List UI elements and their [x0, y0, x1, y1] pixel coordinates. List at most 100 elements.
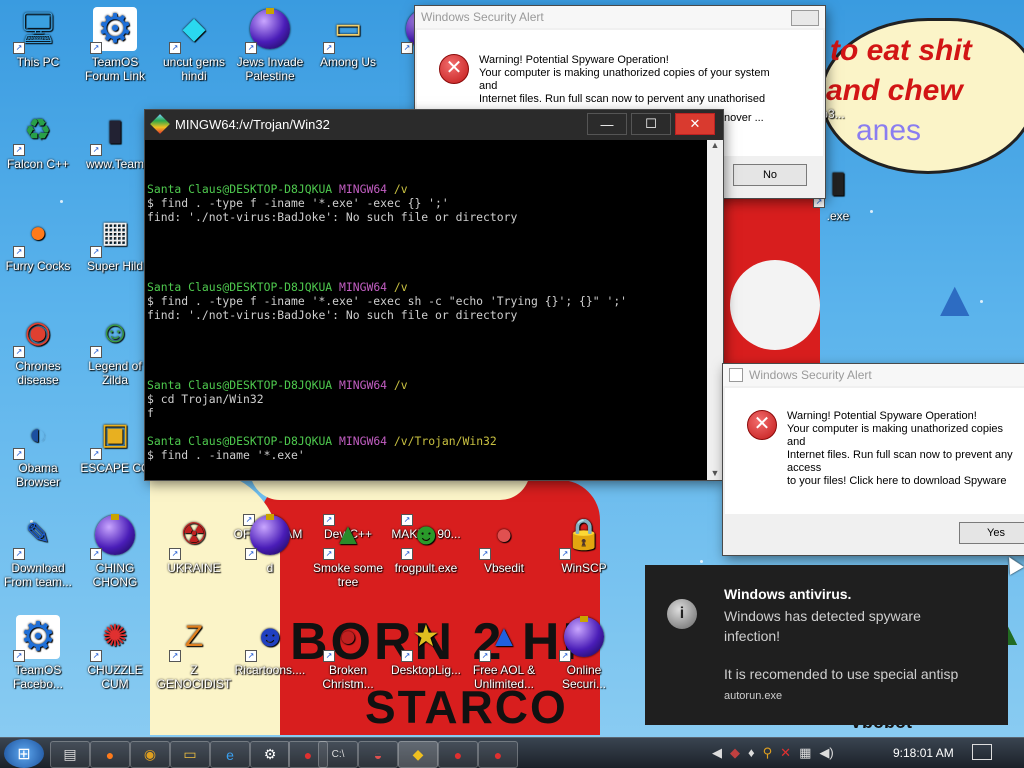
clock[interactable]: 9:18:01 AM [893, 746, 954, 760]
alert2-titlebar[interactable]: Windows Security Alert [723, 364, 1024, 386]
desktop-icon[interactable]: ● ↗ Broken Christm... [310, 614, 386, 692]
alert-line-3: Internet files. Run full scan now to per… [479, 93, 766, 105]
desktop-icon[interactable]: ⚙ ↗ TeamOS Forum Link [77, 6, 153, 83]
desktop-icon[interactable]: Z ↗ Z GENOCIDIST [156, 614, 232, 692]
desktop-icon[interactable]: ☻ ↗ frogpult.exe [388, 512, 464, 576]
zelda-icon: ☺ ↗ [90, 310, 138, 358]
desktop-icon-label: Furry Cocks [5, 259, 71, 273]
terminal-command-line: $ find . -type f -iname '*.exe' -exec {}… [147, 196, 449, 210]
desktop-icon[interactable]: 🔒 ↗ WinSCP [546, 512, 622, 575]
taskbar-apps-icon[interactable]: ▤ [50, 741, 90, 768]
desktop-icon[interactable]: ▲ ↗ Free AOL & Unlimited... [466, 614, 542, 692]
desktop-icon[interactable]: ▭ ↗ Among Us [310, 6, 386, 70]
desktop-icon[interactable]: ↗ d [232, 512, 308, 575]
desktop-icon[interactable]: ★ ↗ DesktopLig... [388, 614, 464, 678]
tree-silhouette: ▲ [930, 271, 980, 327]
terminal-output[interactable]: Santa Claus@DESKTOP-D8JQKUA MINGW64 /v $ … [145, 140, 709, 480]
desktop-icon-label: Online Securi... [561, 663, 606, 691]
alert-close-button[interactable] [791, 10, 819, 26]
terminal-window: MINGW64:/v/Trojan/Win32 — ☐ ✕ Santa Clau… [145, 110, 723, 480]
terminal-prompt-line: Santa Claus@DESKTOP-D8JQKUA MINGW64 /v [147, 182, 709, 196]
terminal-titlebar[interactable]: MINGW64:/v/Trojan/Win32 — ☐ ✕ [145, 110, 723, 138]
shortcut-arrow-icon: ↗ [401, 650, 413, 662]
tray-network-icon[interactable]: ▦ [799, 745, 811, 763]
shortcut-arrow-icon: ↗ [13, 144, 25, 156]
desktop-icon-label: d [266, 561, 274, 575]
desktop-icon-label: uncut gems hindi [162, 55, 226, 83]
tray-volume-icon[interactable]: ◀) [819, 745, 833, 763]
desktop-icon[interactable]: ● ↗ Furry Cocks [0, 210, 76, 274]
taskbar-chrome-icon[interactable]: ◉ [130, 741, 170, 768]
antivirus-toast[interactable]: i Windows antivirus. Windows has detecte… [645, 565, 1008, 725]
desktop-icon-label: ESCAPE CC [80, 461, 150, 475]
tray-x-icon[interactable]: ✕ [780, 745, 791, 763]
shortcut-arrow-icon: ↗ [401, 548, 413, 560]
scroll-down-arrow[interactable]: ▼ [707, 468, 723, 478]
shortcut-arrow-icon: ↗ [323, 650, 335, 662]
notifications-icon[interactable] [972, 744, 992, 760]
teamos-gear-icon: ⚙ ↗ [13, 614, 61, 662]
desktop-icon[interactable]: ◐ ↗ Obama Browser [0, 412, 76, 489]
tray-expand-icon[interactable]: ◀ [712, 745, 722, 763]
shortcut-arrow-icon: ↗ [479, 548, 491, 560]
obama-logo-icon: ◐ ↗ [13, 412, 61, 460]
taskbar-explorer-icon[interactable]: ▭ [170, 741, 210, 768]
diamond-icon: ◆ ↗ [169, 6, 217, 54]
desktop-icon[interactable]: ⚙ ↗ TeamOS Facebo... [0, 614, 76, 691]
desktop-icon[interactable]: ↗ CHING CHONG [77, 512, 153, 589]
desktop-icon-label: Among Us [319, 55, 377, 69]
desktop-icon[interactable]: ▮ ↗ www.Team [77, 108, 153, 172]
toast-body: Windows has detected spyware infection! [724, 608, 921, 644]
tray-app-icon[interactable]: ◆ [730, 745, 740, 763]
alert2-yes-button[interactable]: Yes [959, 522, 1024, 544]
tray-search-icon[interactable]: ⚲ [763, 745, 773, 763]
terminal-command-line: $ find . -type f -iname '*.exe' -exec sh… [147, 294, 628, 308]
desktop-icon[interactable]: ▣ ↗ ESCAPE CC [77, 412, 153, 476]
desktop-icon-label: CHUZZLE CUM [87, 663, 143, 691]
recycle-icon: ♻ ↗ [13, 108, 61, 156]
desktop-icon[interactable]: ◉ ↗ Chrones disease [0, 310, 76, 387]
terminal-output-line: find: './not-virus:BadJoke': No such fil… [147, 210, 518, 224]
taskbar-firefox-icon[interactable]: ● [90, 741, 130, 768]
desktop-icon[interactable]: ✎ ↗ Download From team... [0, 512, 76, 590]
minimize-button[interactable]: — [587, 113, 627, 135]
desktop-icon[interactable]: ▦ ↗ Super Hild [77, 210, 153, 274]
desktop-icon[interactable]: 🖥 ↗ This PC [0, 6, 76, 69]
taskbar-red-icon-2[interactable]: ● [478, 741, 518, 768]
desktop-icon[interactable]: ✺ ↗ CHUZZLE CUM [77, 614, 153, 692]
maximize-button[interactable]: ☐ [631, 113, 671, 135]
desktop-icon-label: Z GENOCIDIST [156, 663, 232, 691]
taskbar-ie-icon[interactable]: e [210, 741, 250, 768]
desktop-icon[interactable]: ▲ ↗ Smoke some tree [310, 512, 386, 590]
desktop-icon[interactable]: ● ↗ Vbsedit [466, 512, 542, 575]
desktop-icon[interactable]: ↗ Jews Invade Palestine [232, 6, 308, 83]
alert-no-button[interactable]: No [733, 164, 807, 186]
desktop-icon[interactable]: ☺ ↗ Legend of Zilda [77, 310, 153, 388]
desktop-icon[interactable]: ☢ ↗ UKRAINE [156, 512, 232, 576]
tray-mic-icon[interactable]: ♦ [748, 745, 755, 763]
desktop-icon-label: Obama Browser [15, 461, 60, 489]
desktop-icon[interactable]: ◆ ↗ uncut gems hindi [156, 6, 232, 84]
desktop-icon-label: DesktopLig... [390, 663, 462, 677]
taskbar-app-icon[interactable]: ⚙ [250, 741, 290, 768]
taskbar-cmd-icon[interactable]: C:\ [318, 741, 358, 768]
desktop-icon-label: UKRAINE [167, 561, 221, 575]
desktop-icon[interactable]: ☻ ↗ Ricartoons.... [232, 614, 308, 678]
start-button[interactable]: ⊞ [4, 739, 44, 768]
terminal-scrollbar[interactable]: ▲ ▼ [707, 140, 723, 480]
desktop-icon[interactable]: ♻ ↗ Falcon C++ [0, 108, 76, 172]
download-doc-icon: ✎ ↗ [13, 512, 61, 560]
close-button[interactable]: ✕ [675, 113, 715, 135]
terminal-title: MINGW64:/v/Trojan/Win32 [175, 116, 330, 132]
desktop-icon-label: Legend of Zilda [88, 359, 142, 387]
taskbar-mingw-icon[interactable]: ◆ [398, 741, 438, 768]
taskbar-red-icon-1[interactable]: ● [438, 741, 478, 768]
scroll-up-arrow[interactable]: ▲ [707, 140, 723, 150]
shortcut-arrow-icon: ↗ [559, 548, 571, 560]
desktop-icon[interactable]: ↗ Online Securi... [546, 614, 622, 691]
alert-titlebar[interactable]: Windows Security Alert [415, 6, 825, 28]
taskbar-tool-icon[interactable]: ◒ [358, 741, 398, 768]
